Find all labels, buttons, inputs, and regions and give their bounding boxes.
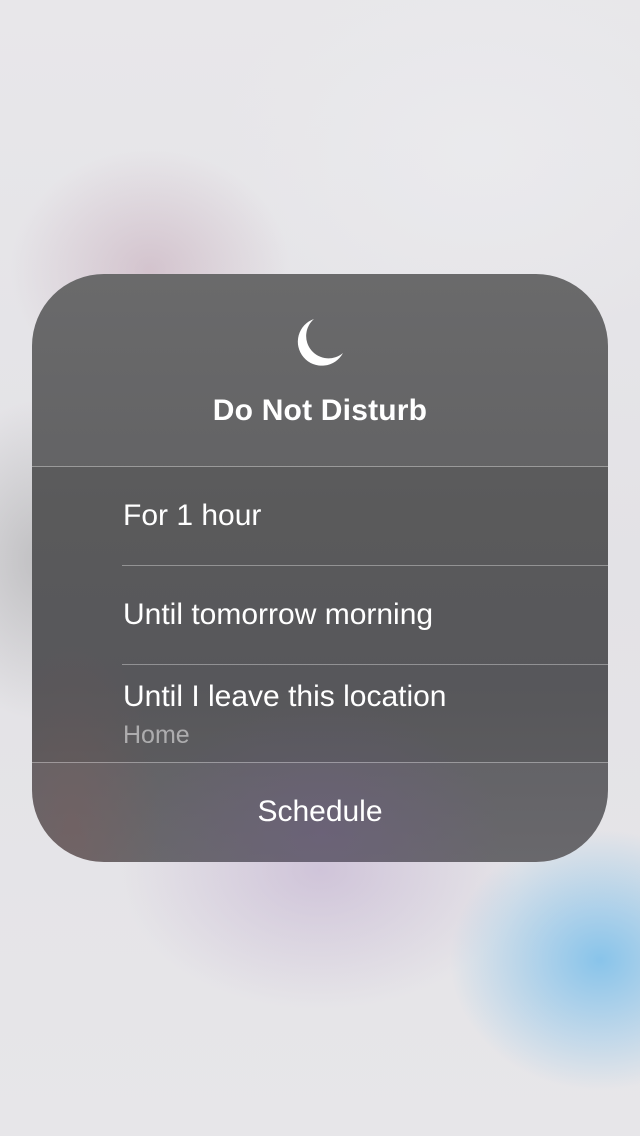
panel-header: Do Not Disturb [32, 274, 608, 466]
option-for-1-hour[interactable]: For 1 hour [32, 467, 608, 565]
location-sublabel: Home [123, 721, 190, 749]
do-not-disturb-panel: Do Not Disturb For 1 hour Until tomorrow… [32, 274, 608, 862]
option-label: For 1 hour [123, 499, 262, 532]
moon-icon [297, 319, 343, 366]
option-label: Until I leave this location [123, 680, 447, 713]
option-until-leave-location[interactable]: Until I leave this location Home [32, 665, 608, 763]
option-label: Until tomorrow morning [123, 598, 434, 631]
panel-title: Do Not Disturb [212, 394, 428, 427]
option-until-tomorrow-morning[interactable]: Until tomorrow morning [32, 566, 608, 664]
schedule-button[interactable]: Schedule [32, 763, 608, 862]
schedule-label: Schedule [257, 795, 383, 828]
